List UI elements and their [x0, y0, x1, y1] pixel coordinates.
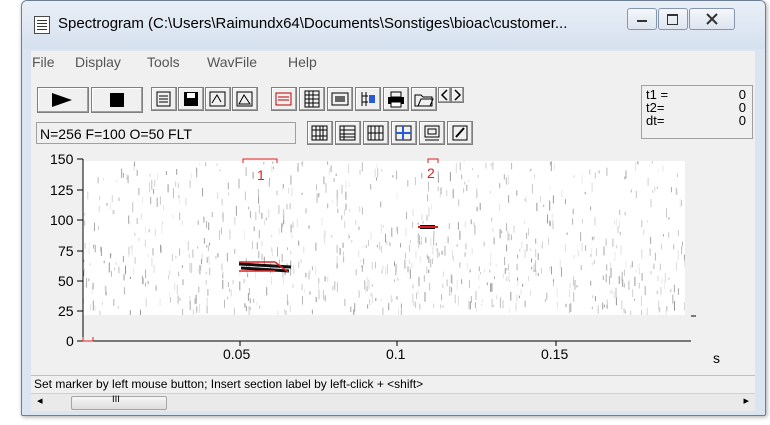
restore-icon: [667, 14, 678, 25]
status-text: Set marker by left mouse button; Insert …: [34, 377, 424, 391]
y-tick-50: 50: [58, 273, 74, 289]
y-tick-25: 25: [58, 303, 74, 319]
menu-wavfile[interactable]: WavFile: [207, 54, 257, 70]
x-tick-0-05: 0.05: [223, 346, 251, 362]
scrollbar-thumb[interactable]: III: [71, 395, 167, 410]
marker-origin[interactable]: [82, 337, 94, 342]
y-tick-0: 0: [66, 333, 74, 349]
status-bar: Set marker by left mouse button; Insert …: [31, 375, 755, 394]
app-icon[interactable]: [34, 16, 50, 34]
marker-2-bracket[interactable]: [427, 158, 439, 163]
minimize-button[interactable]: [627, 8, 657, 30]
maximize-button[interactable]: [658, 8, 688, 30]
horizontal-scrollbar[interactable]: ◂ III ▸: [31, 393, 755, 411]
scroll-left-arrow[interactable]: ◂: [37, 394, 43, 407]
y-tick-125: 125: [50, 182, 74, 198]
marker-1-label: 1: [257, 167, 265, 183]
y-tick-150: 150: [50, 151, 74, 167]
menu-display[interactable]: Display: [75, 54, 121, 70]
x-tick-0-1: 0.1: [386, 346, 406, 362]
axes: [77, 158, 696, 346]
y-tick-100: 100: [50, 212, 74, 228]
client-area: N=256 F=100 O=50 FLT t1 =0 t2=0 dt=0: [31, 73, 755, 407]
minimize-icon: [637, 20, 647, 22]
title-bar[interactable]: Spectrogram (C:\Users\Raimundx64\Documen…: [22, 1, 765, 49]
marker-1-bracket[interactable]: [242, 158, 278, 163]
spectrogram-window: Spectrogram (C:\Users\Raimundx64\Documen…: [21, 0, 766, 416]
menu-bar: File Display Tools WavFile Help: [31, 51, 755, 74]
x-axis-unit: s: [713, 350, 720, 366]
window-title: Spectrogram (C:\Users\Raimundx64\Documen…: [58, 15, 568, 32]
y-tick-75: 75: [58, 243, 74, 259]
scrollbar-grip: III: [112, 395, 120, 405]
menu-help[interactable]: Help: [288, 54, 317, 70]
close-button[interactable]: [689, 8, 735, 30]
x-tick-0-15: 0.15: [541, 346, 569, 362]
close-icon: [706, 13, 718, 25]
scroll-right-arrow[interactable]: ▸: [743, 394, 749, 407]
marker-2-label: 2: [427, 165, 435, 181]
menu-tools[interactable]: Tools: [147, 54, 180, 70]
menu-file[interactable]: File: [32, 54, 55, 70]
